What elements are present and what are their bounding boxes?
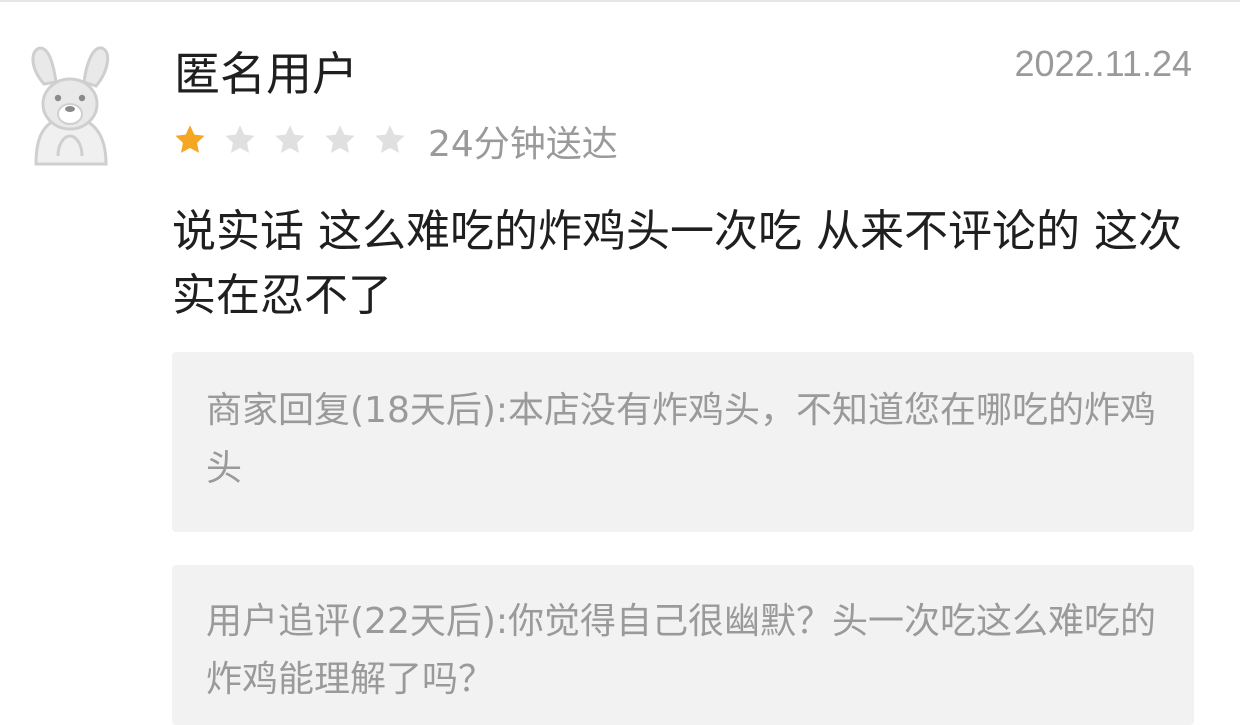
follow-up-text: 用户追评(22天后):你觉得自己很幽默？头一次吃这么难吃的炸鸡能理解了吗？ <box>206 601 1157 700</box>
star-icon <box>175 125 205 153</box>
star-icon <box>225 125 255 153</box>
star-rating <box>172 122 408 158</box>
review-text: 说实话 这么难吃的炸鸡头一次吃 从来不评论的 这次实在忍不了 <box>172 206 1182 321</box>
delivery-time: 24分钟送达 <box>428 124 618 165</box>
follow-up-box: 用户追评(22天后):你觉得自己很幽默？头一次吃这么难吃的炸鸡能理解了吗？ <box>172 565 1194 725</box>
review-date: 2022.11.24 <box>1014 43 1192 84</box>
kangaroo-avatar-icon[interactable] <box>22 44 118 170</box>
username: 匿名用户 <box>174 47 358 101</box>
top-divider <box>0 0 1240 2</box>
merchant-reply-text: 商家回复(18天后):本店没有炸鸡头，不知道您在哪吃的炸鸡头 <box>206 390 1157 489</box>
star-icon <box>325 125 355 153</box>
star-icon <box>275 125 305 153</box>
merchant-reply-box: 商家回复(18天后):本店没有炸鸡头，不知道您在哪吃的炸鸡头 <box>172 352 1194 532</box>
star-icon <box>375 125 405 153</box>
